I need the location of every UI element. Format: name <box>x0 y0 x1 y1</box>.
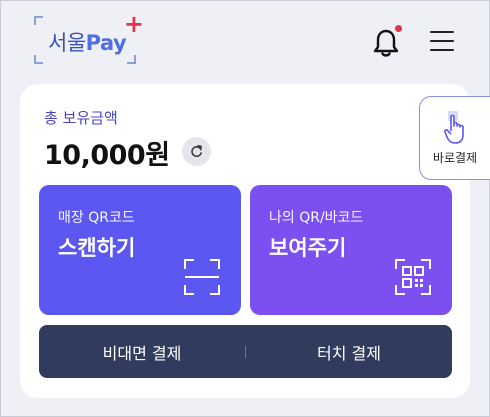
hamburger-menu-icon <box>430 31 454 33</box>
qr-code-icon <box>395 259 431 295</box>
bell-icon <box>373 29 399 57</box>
touch-pay-button[interactable]: 터치 결제 <box>246 340 452 364</box>
hamburger-menu-icon <box>430 40 454 42</box>
seoul-pay-logo[interactable]: + 서울Pay <box>34 12 144 64</box>
logo-plus-icon: + <box>123 10 144 38</box>
refresh-icon <box>191 145 202 157</box>
total-balance-label: 총 보유금액 <box>44 109 118 127</box>
direct-pay-label: 바로결제 <box>432 151 478 165</box>
hand-tap-icon <box>444 111 464 144</box>
logo-corner <box>34 16 43 25</box>
logo-corner <box>127 55 136 64</box>
scan-tile-subtitle: 매장 QR코드 <box>58 210 135 226</box>
scan-icon <box>184 259 220 295</box>
direct-pay-button[interactable]: 바로결제 <box>419 96 490 180</box>
hamburger-menu-icon <box>430 49 454 51</box>
refresh-button[interactable] <box>182 137 211 166</box>
scan-tile-title: 스캔하기 <box>58 236 136 260</box>
notification-badge <box>395 25 402 32</box>
logo-corner <box>34 55 43 64</box>
show-my-code-button[interactable]: 나의 QR/바코드 보여주기 <box>250 185 452 315</box>
total-balance-amount: 10,000원 <box>44 140 170 171</box>
notification-button[interactable] <box>372 25 402 58</box>
logo-text: 서울Pay <box>48 27 127 57</box>
logo-text-main: 서울 <box>48 31 86 55</box>
my-code-tile-title: 보여주기 <box>269 236 347 260</box>
menu-button[interactable] <box>430 31 454 53</box>
scan-store-qr-button[interactable]: 매장 QR코드 스캔하기 <box>39 185 241 315</box>
logo-text-pay: Pay <box>85 31 127 55</box>
payment-mode-bar: 비대면 결제 터치 결제 <box>39 325 452 378</box>
my-code-tile-subtitle: 나의 QR/바코드 <box>269 210 364 226</box>
contactless-pay-button[interactable]: 비대면 결제 <box>39 340 245 364</box>
